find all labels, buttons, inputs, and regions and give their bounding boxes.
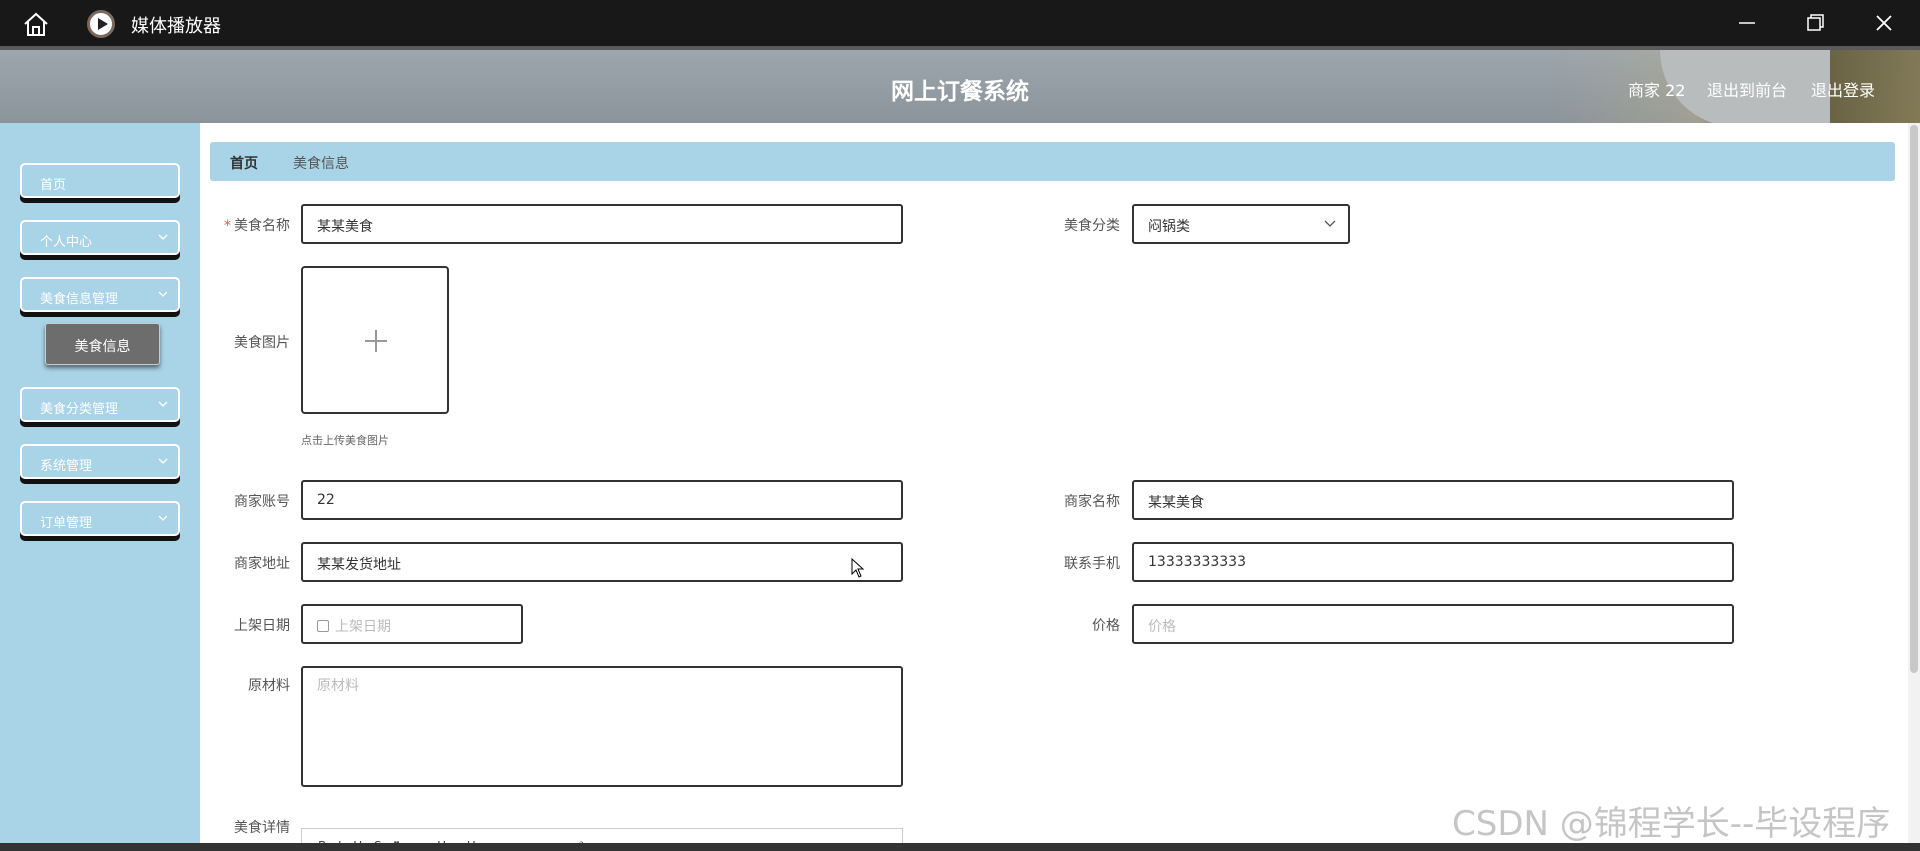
merchant-account-label: 商家账号 — [234, 494, 290, 510]
food-category-label: 美食分类 — [1064, 218, 1120, 234]
close-icon[interactable] — [1873, 12, 1895, 34]
mouse-cursor-icon — [851, 558, 865, 578]
food-category-select[interactable]: 闷锅类 — [1132, 204, 1350, 244]
sidebar-item-home[interactable]: 首页 — [20, 163, 180, 198]
media-player-icon — [87, 10, 115, 38]
chevron-down-icon — [158, 234, 168, 240]
phone-input[interactable]: 13333333333 — [1132, 542, 1734, 582]
player-title: 媒体播放器 — [131, 16, 221, 37]
merchant-address-label: 商家地址 — [234, 556, 290, 572]
sidebar: 首页 个人中心 美食信息管理 美食信息 美食分类管理 系统管理 订单管理 — [0, 123, 200, 851]
price-input[interactable]: 价格 — [1132, 604, 1734, 644]
restore-icon[interactable] — [1804, 12, 1826, 34]
ingredients-textarea[interactable]: 原材料 — [301, 666, 903, 787]
sidebar-subitem-food-info[interactable]: 美食信息 — [45, 323, 160, 365]
sidebar-item-personal-center[interactable]: 个人中心 — [20, 220, 180, 255]
ingredients-placeholder: 原材料 — [317, 678, 359, 694]
player-titlebar: 媒体播放器 — [0, 0, 1920, 46]
food-category-value: 闷锅类 — [1148, 219, 1190, 235]
upload-hint: 点击上传美食图片 — [301, 434, 389, 447]
required-marker: * — [224, 218, 231, 234]
image-upload-box[interactable] — [301, 266, 449, 414]
merchant-account-input[interactable]: 22 — [301, 480, 903, 520]
price-label: 价格 — [1092, 618, 1120, 634]
sidebar-item-order-management[interactable]: 订单管理 — [20, 501, 180, 536]
breadcrumb: 首页 美食信息 — [210, 142, 1895, 181]
chevron-down-icon — [158, 515, 168, 521]
sidebar-item-label: 系统管理 — [40, 459, 93, 474]
sidebar-item-label: 订单管理 — [40, 516, 93, 531]
sidebar-item-system-management[interactable]: 系统管理 — [20, 444, 180, 479]
breadcrumb-current: 美食信息 — [293, 156, 349, 172]
watermark: CSDN @锦程学长--毕设程序 — [1452, 804, 1891, 844]
exit-to-front-link[interactable]: 退出到前台 — [1707, 77, 1787, 101]
logout-link[interactable]: 退出登录 — [1811, 77, 1875, 101]
food-name-label: * 美食名称 — [224, 218, 290, 234]
sidebar-item-food-management[interactable]: 美食信息管理 — [20, 277, 180, 312]
price-placeholder: 价格 — [1148, 619, 1176, 635]
food-image-label: 美食图片 — [234, 335, 290, 351]
food-name-input[interactable]: 某某美食 — [301, 204, 903, 244]
merchant-name-label: 商家名称 — [1064, 494, 1120, 510]
listing-date-placeholder: 上架日期 — [335, 619, 391, 635]
main-content: 首页 美食信息 * 美食名称 某某美食 美食分类 闷锅类 美食图片 点击上传美食图… — [200, 123, 1920, 851]
player-bottom-bar — [0, 843, 1920, 851]
chevron-down-icon — [158, 291, 168, 297]
sidebar-item-label: 个人中心 — [40, 235, 93, 250]
phone-label: 联系手机 — [1064, 556, 1120, 572]
merchant-name-input[interactable]: 某某美食 — [1132, 480, 1734, 520]
chevron-down-icon — [1324, 220, 1336, 227]
home-icon[interactable] — [22, 11, 50, 37]
chevron-down-icon — [158, 401, 168, 407]
food-details-label: 美食详情 — [234, 820, 290, 836]
sidebar-item-label: 美食分类管理 — [40, 402, 119, 417]
scrollbar-thumb[interactable] — [1910, 125, 1918, 673]
merchant-address-input[interactable]: 某某发货地址 — [301, 542, 903, 582]
sidebar-item-category-management[interactable]: 美食分类管理 — [20, 387, 180, 422]
scrollbar[interactable] — [1908, 123, 1920, 851]
sidebar-item-label: 首页 — [40, 178, 67, 193]
listing-date-picker[interactable]: 上架日期 — [301, 604, 523, 644]
app-header: 网上订餐系统 商家 22 退出到前台 退出登录 — [0, 46, 1920, 127]
current-user: 商家 22 — [1628, 81, 1686, 100]
chevron-down-icon — [158, 458, 168, 464]
breadcrumb-home[interactable]: 首页 — [230, 153, 258, 173]
sidebar-item-label: 美食信息管理 — [40, 292, 119, 307]
ingredients-label: 原材料 — [248, 678, 290, 694]
calendar-icon — [317, 620, 329, 632]
listing-date-label: 上架日期 — [234, 618, 290, 634]
minimize-icon[interactable] — [1736, 12, 1758, 34]
